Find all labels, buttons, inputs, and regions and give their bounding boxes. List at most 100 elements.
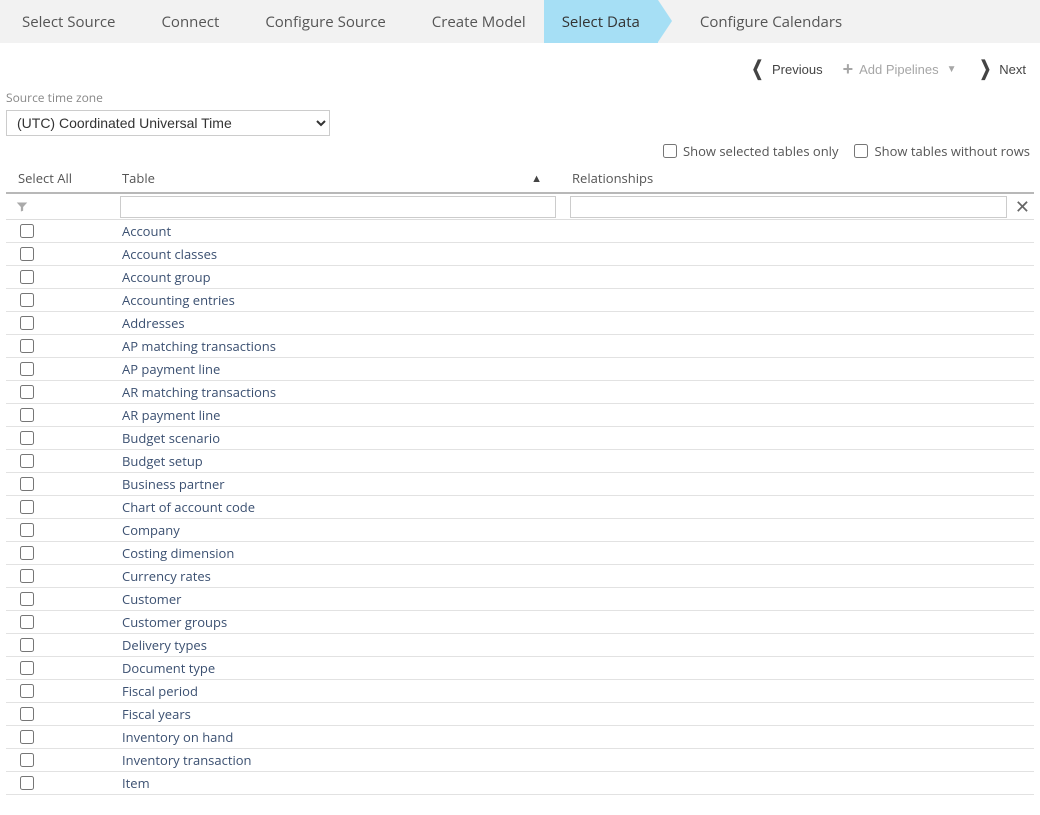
table-row: Delivery types	[6, 634, 1034, 657]
select-table-checkbox[interactable]	[20, 385, 34, 399]
select-table-checkbox[interactable]	[20, 362, 34, 376]
select-table-checkbox[interactable]	[20, 224, 34, 238]
clear-filters-icon[interactable]: ✕	[1015, 195, 1030, 219]
select-table-checkbox[interactable]	[20, 247, 34, 261]
table-link[interactable]: Accounting entries	[122, 291, 235, 309]
show-without-rows-checkbox[interactable]	[854, 144, 868, 158]
select-table-checkbox[interactable]	[20, 684, 34, 698]
chevron-left-icon: ❮	[752, 59, 764, 79]
grid-filter-row: ✕	[6, 194, 1034, 220]
table-link[interactable]: Account group	[122, 268, 211, 286]
table-link[interactable]: AR payment line	[122, 406, 220, 424]
select-table-checkbox[interactable]	[20, 638, 34, 652]
table-link[interactable]: AP matching transactions	[122, 337, 276, 355]
table-link[interactable]: Addresses	[122, 314, 185, 332]
table-filter-input[interactable]	[120, 196, 556, 218]
table-row: Account	[6, 220, 1034, 243]
chevron-right-icon: ❯	[979, 59, 991, 79]
table-link[interactable]: Business partner	[122, 475, 225, 493]
show-selected-checkbox[interactable]	[663, 144, 677, 158]
next-label: Next	[999, 62, 1026, 77]
table-options: Show selected tables only Show tables wi…	[6, 136, 1034, 164]
row-select-cell	[6, 726, 110, 748]
table-link[interactable]: Chart of account code	[122, 498, 255, 516]
column-header-select-all[interactable]: Select All	[6, 166, 110, 190]
table-row: Customer	[6, 588, 1034, 611]
table-link[interactable]: Inventory on hand	[122, 728, 233, 746]
select-table-checkbox[interactable]	[20, 546, 34, 560]
table-link[interactable]: Fiscal years	[122, 705, 191, 723]
select-table-checkbox[interactable]	[20, 592, 34, 606]
sort-asc-icon: ▲	[531, 171, 552, 186]
select-table-checkbox[interactable]	[20, 753, 34, 767]
select-table-checkbox[interactable]	[20, 500, 34, 514]
relationships-cell	[560, 312, 1034, 334]
previous-button[interactable]: ❮ Previous	[749, 59, 822, 79]
table-row: Addresses	[6, 312, 1034, 335]
wizard-step-create-model[interactable]: Create Model	[414, 0, 544, 43]
select-table-checkbox[interactable]	[20, 431, 34, 445]
table-link[interactable]: Costing dimension	[122, 544, 234, 562]
table-link[interactable]: Company	[122, 521, 180, 539]
table-name-cell: Fiscal period	[110, 680, 560, 702]
row-select-cell	[6, 634, 110, 656]
select-table-checkbox[interactable]	[20, 776, 34, 790]
table-row: Chart of account code	[6, 496, 1034, 519]
select-table-checkbox[interactable]	[20, 523, 34, 537]
select-table-checkbox[interactable]	[20, 707, 34, 721]
column-header-relationships[interactable]: Relationships	[560, 166, 1034, 190]
relationships-filter-input[interactable]	[570, 196, 1007, 218]
add-pipelines-button[interactable]: + Add Pipelines ▼	[843, 60, 957, 78]
table-name-cell: Customer	[110, 588, 560, 610]
table-link[interactable]: Inventory transaction	[122, 751, 252, 769]
table-row: Customer groups	[6, 611, 1034, 634]
show-selected-label[interactable]: Show selected tables only	[683, 142, 839, 160]
select-table-checkbox[interactable]	[20, 615, 34, 629]
wizard-step-select-data[interactable]: Select Data	[544, 0, 658, 43]
show-without-rows-label[interactable]: Show tables without rows	[874, 142, 1030, 160]
timezone-select[interactable]: (UTC) Coordinated Universal Time	[6, 110, 330, 136]
table-link[interactable]: Document type	[122, 659, 215, 677]
wizard-step-configure-source[interactable]: Configure Source	[247, 0, 403, 43]
table-link[interactable]: AR matching transactions	[122, 383, 276, 401]
table-link[interactable]: Delivery types	[122, 636, 207, 654]
table-link[interactable]: Account classes	[122, 245, 217, 263]
table-link[interactable]: Budget scenario	[122, 429, 220, 447]
row-select-cell	[6, 289, 110, 311]
select-table-checkbox[interactable]	[20, 339, 34, 353]
table-row: AR matching transactions	[6, 381, 1034, 404]
table-row: Costing dimension	[6, 542, 1034, 565]
select-table-checkbox[interactable]	[20, 316, 34, 330]
select-table-checkbox[interactable]	[20, 270, 34, 284]
wizard-step-select-source[interactable]: Select Source	[4, 0, 133, 43]
table-link[interactable]: Fiscal period	[122, 682, 198, 700]
select-table-checkbox[interactable]	[20, 293, 34, 307]
table-link[interactable]: AP payment line	[122, 360, 220, 378]
relationships-cell	[560, 220, 1034, 242]
wizard-nav: Select SourceConnectConfigure Source Crea…	[0, 0, 1040, 43]
select-table-checkbox[interactable]	[20, 454, 34, 468]
select-table-checkbox[interactable]	[20, 408, 34, 422]
select-table-checkbox[interactable]	[20, 569, 34, 583]
table-link[interactable]: Customer groups	[122, 613, 227, 631]
table-link[interactable]: Account	[122, 222, 171, 240]
select-table-checkbox[interactable]	[20, 661, 34, 675]
wizard-step-configure-calendars[interactable]: Configure Calendars	[682, 0, 860, 43]
funnel-icon[interactable]	[16, 201, 30, 213]
table-link[interactable]: Customer	[122, 590, 181, 608]
select-table-checkbox[interactable]	[20, 477, 34, 491]
next-button[interactable]: ❯ Next	[977, 59, 1027, 79]
row-select-cell	[6, 519, 110, 541]
relationships-cell	[560, 588, 1034, 610]
wizard-step-connect[interactable]: Connect	[143, 0, 237, 43]
table-name-cell: AP payment line	[110, 358, 560, 380]
table-link[interactable]: Item	[122, 774, 150, 792]
column-header-table[interactable]: Table ▲	[110, 166, 560, 190]
table-link[interactable]: Currency rates	[122, 567, 211, 585]
table-row: AR payment line	[6, 404, 1034, 427]
table-link[interactable]: Budget setup	[122, 452, 203, 470]
select-table-checkbox[interactable]	[20, 730, 34, 744]
relationships-cell	[560, 473, 1034, 495]
table-name-cell: Addresses	[110, 312, 560, 334]
row-select-cell	[6, 657, 110, 679]
